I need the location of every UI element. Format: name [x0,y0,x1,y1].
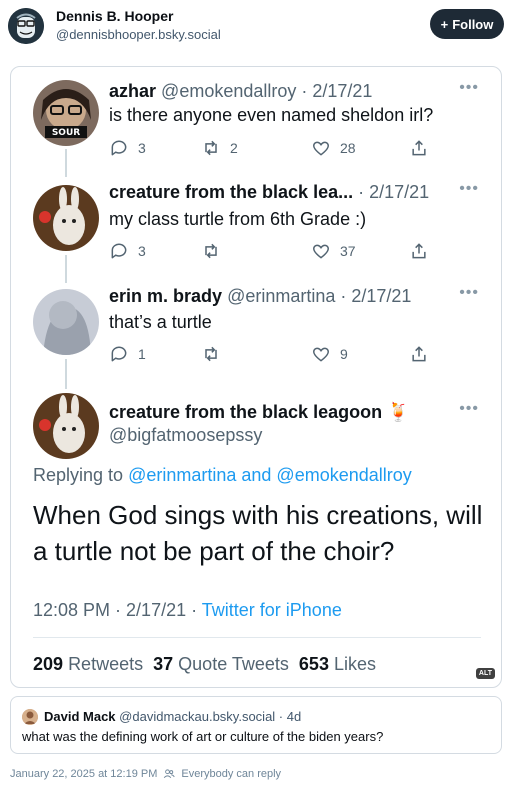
replying-to: Replying to @erinmartina and @emokendall… [33,465,412,485]
main-tweet-handle: @bigfatmoosepssy [109,425,263,445]
reply-icon [111,140,127,156]
embedded-image[interactable]: SOUR azhar @emokendallroy · 2/17/21 ••• … [10,66,502,688]
people-icon [164,769,176,779]
reply-action: 3 [109,138,146,158]
reply-action: 3 [109,241,146,261]
author-name[interactable]: Dennis B. Hooper [56,8,173,24]
main-tweet-timestamp: 12:08 PM · 2/17/21 · Twitter for iPhone [33,600,342,620]
alt-badge[interactable]: ALT [475,668,495,679]
reply-action: 1 [109,344,146,364]
retweet-action [201,241,230,261]
heart-icon [312,244,330,259]
tweet-avatar-creature [33,185,99,251]
tweet-actions: 1 9 [109,344,429,366]
like-action: 28 [311,138,356,158]
tweet-author: azhar @emokendallroy · 2/17/21 [109,81,373,101]
post-header: Dennis B. Hooper @dennisbhooper.bsky.soc… [8,6,504,46]
like-action: 37 [311,241,356,261]
cocktail-emoji: 🍹 [387,402,410,422]
share-action [409,138,429,158]
quoted-post[interactable]: David Mack @davidmackau.bsky.social · 4d… [10,696,502,754]
plus-icon: + [440,16,449,32]
tweet-text: that’s a turtle [109,312,212,332]
more-icon: ••• [459,400,479,417]
more-icon: ••• [459,284,479,301]
quote-avatar [22,709,38,725]
thread-line [65,359,67,389]
tweet-text: is there anyone even named sheldon irl? [109,105,434,125]
more-icon: ••• [459,79,479,96]
share-action [409,241,429,261]
main-tweet-text: When God sings with his creations, will … [33,500,483,566]
more-icon: ••• [459,180,479,197]
post-timestamp: January 22, 2025 at 12:19 PM [10,768,158,780]
follow-label: Follow [452,16,494,32]
tweet-actions: 3 37 [109,241,429,263]
tweet-avatar-creature-main [33,393,99,459]
main-tweet-author: creature from the black leagoon 🍹 [109,402,410,422]
divider [33,637,481,638]
tweet-author: erin m. brady @erinmartina · 2/17/21 [109,286,412,306]
quote-author: David Mack @davidmackau.bsky.social · 4d [44,709,302,724]
author-avatar[interactable] [8,8,44,44]
tweet-avatar-erin [33,289,99,355]
author-handle[interactable]: @dennisbhooper.bsky.social [56,27,221,42]
avatar-sticker-text: SOUR [52,128,80,138]
retweet-icon [205,346,217,362]
main-tweet-stats: 209 Retweets 37 Quote Tweets 653 Likes [33,654,377,674]
retweet-action [201,344,230,364]
retweet-icon [205,140,217,156]
share-icon [412,346,426,362]
retweet-action: 2 [201,138,238,158]
tweet-actions: 3 2 28 [109,138,429,160]
follow-button[interactable]: + Follow [430,9,504,39]
reply-setting[interactable]: Everybody can reply [181,768,281,780]
share-action [409,344,429,364]
like-action: 9 [311,344,348,364]
retweet-icon [205,243,217,259]
reply-icon [111,243,127,259]
quote-text: what was the defining work of art or cul… [22,729,384,744]
heart-icon [312,347,330,362]
tweet-author: creature from the black lea... · 2/17/21 [109,182,430,202]
heart-icon [312,141,330,156]
share-icon [412,140,426,156]
tweet-avatar-azhar: SOUR [33,80,99,146]
post-footer: January 22, 2025 at 12:19 PM Everybody c… [10,768,281,780]
share-icon [412,243,426,259]
reply-icon [111,346,127,362]
thread-line [65,255,67,283]
tweet-text: my class turtle from 6th Grade :) [109,209,367,229]
thread-line [65,149,67,177]
